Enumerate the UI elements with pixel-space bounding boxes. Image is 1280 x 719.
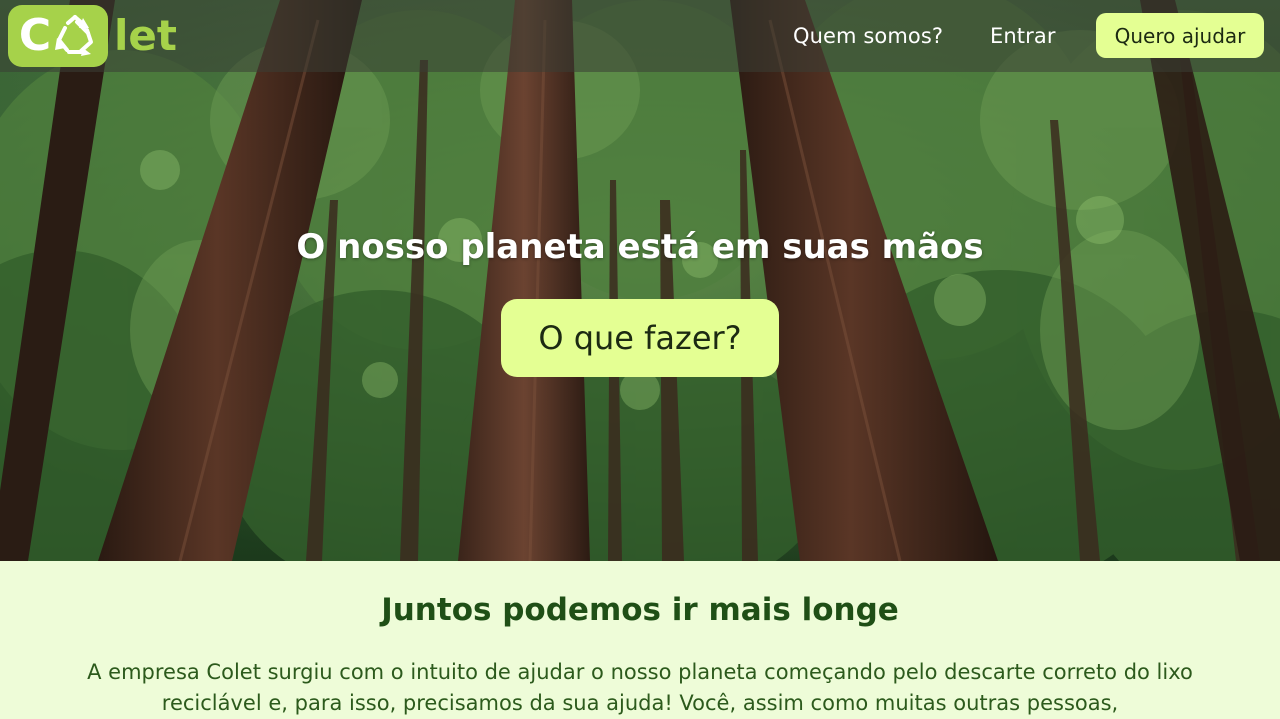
what-to-do-button[interactable]: O que fazer? bbox=[501, 299, 779, 377]
about-title: Juntos podemos ir mais longe bbox=[381, 592, 899, 628]
hero-title: O nosso planeta está em suas mãos bbox=[296, 227, 984, 267]
hero-section: C let Quem somos? Entrar Quero ajudar O … bbox=[0, 0, 1280, 561]
nav-link-about[interactable]: Quem somos? bbox=[793, 22, 943, 50]
top-navbar: C let Quem somos? Entrar Quero ajudar bbox=[0, 0, 1280, 72]
nav-link-login[interactable]: Entrar bbox=[990, 22, 1056, 50]
landing-page: C let Quem somos? Entrar Quero ajudar O … bbox=[0, 0, 1280, 719]
recycle-icon bbox=[55, 15, 94, 56]
want-to-help-button[interactable]: Quero ajudar bbox=[1096, 13, 1264, 58]
about-paragraph: A empresa Colet surgiu com o intuito de … bbox=[87, 660, 1193, 715]
colet-logo[interactable]: C let bbox=[8, 4, 190, 68]
about-section: Juntos podemos ir mais longe A empresa C… bbox=[0, 561, 1280, 719]
logo-badge: C bbox=[8, 5, 108, 67]
logo-letter: C bbox=[18, 10, 52, 61]
logo-wordmark: let bbox=[114, 11, 177, 60]
forest-background-image bbox=[0, 0, 1280, 561]
